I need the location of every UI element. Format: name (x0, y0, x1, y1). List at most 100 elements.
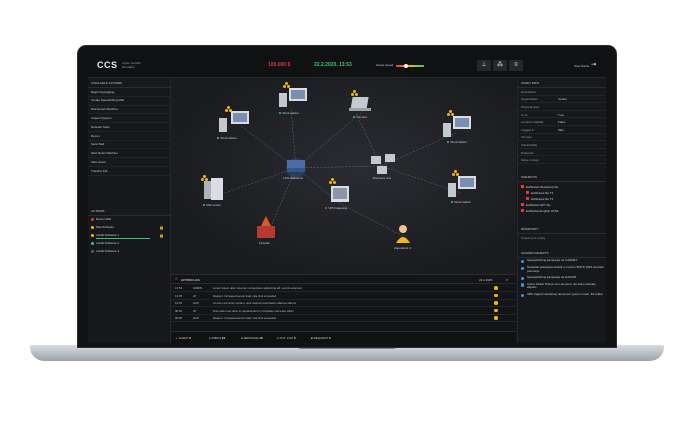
shared-object-item[interactable]: Cyber Attack Drives com-element. list si… (518, 281, 606, 291)
action-item[interactable]: Transfer File (88, 167, 170, 176)
tab-alert[interactable]: ▲ ALERT 3 (175, 336, 191, 340)
node-label-mail[interactable]: Mail server (203, 203, 221, 207)
actions-title: ACTIONS (88, 206, 170, 216)
shared-object-item[interactable]: Spearphishing kampanja na HAKOM (518, 275, 606, 282)
game-speed-knob[interactable] (404, 64, 408, 68)
asset-info-row: OS type (518, 134, 606, 142)
network-hub-icon[interactable] (286, 158, 306, 178)
asset-info-key: OS type (521, 135, 532, 140)
log-text: Reason: Increased server load, rate limi… (213, 316, 277, 320)
asset-info-row: Physical area (518, 103, 606, 111)
asset-info-row: Value in days (518, 156, 606, 164)
node-label-ws1[interactable]: Work station (217, 136, 237, 140)
log-row[interactable]: 08:00 HCP Reason: Increased server load, r… (171, 314, 516, 322)
asset-info-key: Value in days (521, 158, 539, 163)
game-speed-slider[interactable] (396, 65, 424, 67)
node-label-ws2[interactable]: Work station (279, 111, 299, 115)
asset-info-key: Is on (521, 112, 528, 117)
action-log-date: 22.2.2020. (479, 277, 494, 282)
log-actor: AT (193, 293, 197, 298)
status-icon (91, 241, 94, 245)
employee-icon[interactable] (396, 225, 410, 243)
coin-badge (351, 90, 358, 96)
close-icon[interactable]: × (506, 277, 508, 282)
tab-act-log[interactable]: ≡ ACT. LOG 5 (277, 336, 296, 340)
asset-info-table: Description Organization Center Physical ar… (518, 88, 606, 164)
log-actor: HCP (193, 301, 199, 305)
list-icon: ≡ (514, 62, 518, 68)
file-icon (521, 203, 524, 207)
action-history-item[interactable]: Mail Software 🔒 (88, 224, 170, 232)
subject-label: Exfiltrated English HTML (526, 209, 560, 214)
workstation-icon[interactable] (443, 116, 471, 137)
subject-label: Exfiltrated Workshop file (526, 185, 559, 190)
available-actions-list: Begin Keylogging Create Spearfishing Mail… (88, 88, 170, 176)
asset-info-row: Is on True (518, 111, 606, 119)
asset-info-value: False (558, 120, 566, 125)
node-label-ws4[interactable]: Work station (451, 200, 471, 204)
list-view-button[interactable]: ≡ (509, 60, 523, 71)
shared-objects-title: SHARED OBJECTS (518, 248, 606, 258)
tab-message[interactable]: ■ MESSAGE 10 (241, 336, 263, 340)
shared-object-label: ABC Zagreb workshop document goes in mai… (527, 292, 603, 296)
action-item[interactable]: Shut Down Machine (88, 149, 170, 159)
subjects-list: Exfiltrated Workshop file Exfiltrated fil… (518, 182, 606, 214)
node-label-ws3[interactable]: Work station (447, 140, 467, 144)
action-history-item[interactable]: Install Software 2 (88, 240, 170, 248)
app-logo: CCS (97, 60, 118, 70)
shared-object-item[interactable]: ABC Zagreb workshop document goes in mai… (518, 292, 606, 299)
network-view-button[interactable]: ⁂ (493, 60, 507, 71)
right-panel: ASSET INFO Description Organization Center… (517, 78, 606, 343)
asset-info-title: ASSET INFO (518, 78, 606, 88)
logout-icon[interactable]: ⇥ (591, 61, 596, 68)
coin-badge (283, 82, 290, 88)
action-item[interactable]: Create Spearfishing Mail (88, 97, 170, 106)
asset-info-row: Logged in Man (518, 126, 606, 134)
network-map[interactable]: Work station Work station Camera Work st… (171, 78, 516, 274)
message-icon: ■ (241, 336, 243, 340)
business-unit-icon[interactable] (371, 154, 395, 174)
action-item[interactable]: Network Scan (88, 123, 170, 132)
action-item[interactable]: Recon (88, 132, 170, 141)
warning-icon (494, 308, 498, 313)
vpn-gateway-icon[interactable] (331, 186, 349, 202)
shared-object-label: Spearphishing kampanja na HAKOM (527, 275, 577, 280)
tab-request[interactable]: ■ REQUEST 2 (311, 336, 331, 340)
action-item[interactable]: Disconnect Machine (88, 106, 170, 115)
firewall-icon[interactable] (257, 216, 275, 238)
action-item[interactable]: Inspect System (88, 114, 170, 124)
action-history-item[interactable]: Install Software 1 🔒 (88, 232, 170, 240)
network-links (204, 88, 476, 243)
subject-item[interactable]: Exfiltrated English HTML (518, 208, 606, 214)
inbox-icon: ■ (209, 336, 211, 340)
shared-object-label: Spearphishing kampanja na CARNET (527, 258, 578, 263)
shared-object-item[interactable]: Napadač pokušava ubaciti u mrežnu SMTP, … (518, 265, 606, 275)
action-item[interactable]: Send Mail (88, 141, 170, 150)
action-history-item[interactable]: Install Software 3 (88, 248, 170, 256)
node-label-lan[interactable]: LAN Radionica (283, 176, 303, 180)
node-label-firewall[interactable]: Firewall (259, 241, 269, 245)
node-label-business[interactable]: Business unit (373, 176, 391, 180)
game-clock: 22.2.2020. 13:53 (314, 62, 352, 68)
shared-object-item[interactable]: Spearphishing kampanja na CARNET (518, 258, 606, 265)
node-label-camera[interactable]: Camera (353, 115, 367, 119)
tab-inbox[interactable]: ■ INBOX 24 (209, 336, 225, 340)
asset-info-row: Description (518, 88, 606, 96)
coin-badge (225, 106, 232, 112)
workstation-icon[interactable] (448, 176, 476, 197)
action-history-label: Install Software 2 (96, 241, 120, 246)
coin-badge (329, 178, 336, 184)
action-history-item[interactable]: Recon Mail (88, 216, 170, 224)
view-toggle-button[interactable]: ⊥ (477, 60, 491, 71)
user-name[interactable]: User Name (574, 64, 589, 68)
node-label-vpn[interactable]: VPN Gateway (325, 206, 347, 210)
action-item[interactable]: Begin Keylogging (88, 88, 170, 97)
request-icon: ■ (311, 336, 313, 340)
node-label-employee[interactable]: Zaposlenik 4 (394, 246, 411, 250)
laptop-icon[interactable] (349, 97, 371, 111)
mail-server-icon[interactable] (204, 178, 223, 200)
workstation-icon[interactable] (279, 88, 307, 107)
asset-info-row: Protocols (518, 149, 606, 157)
info-icon (521, 276, 525, 281)
action-item[interactable]: Take Asset (88, 158, 170, 168)
